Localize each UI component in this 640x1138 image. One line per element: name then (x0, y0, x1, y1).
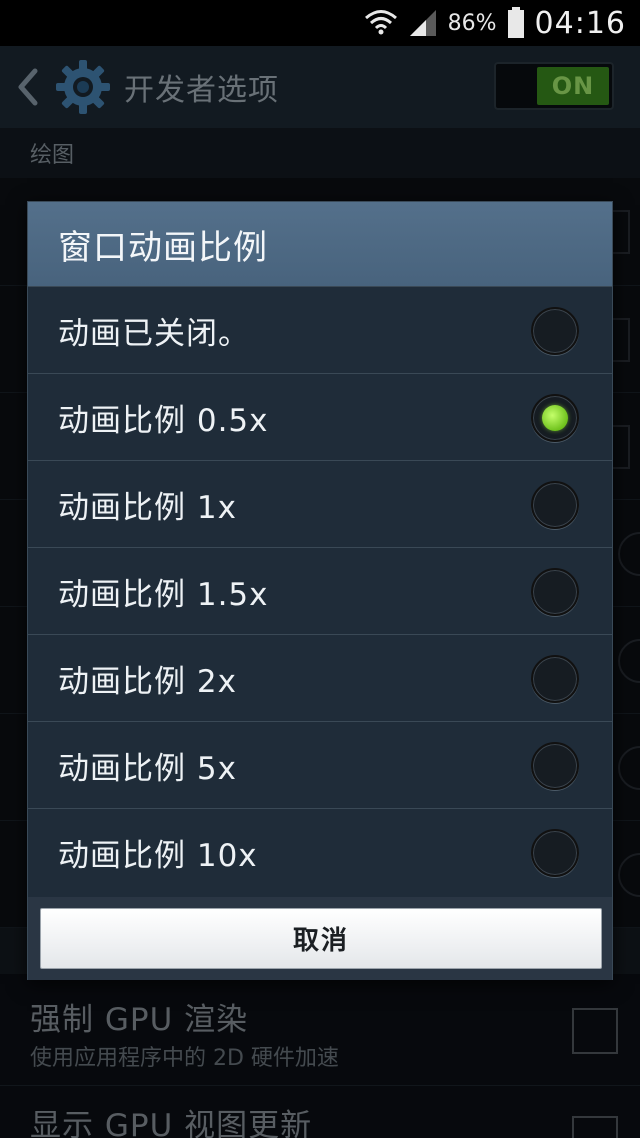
screen: 86% 04:16 开发者选项 ON 绘图 强制 GPU 渲染 使用应用程序中的… (0, 0, 640, 1138)
option-scale-0-5x[interactable]: 动画比例 0.5x (28, 373, 612, 460)
section-header: 绘图 (0, 128, 640, 178)
back-arrow-icon (18, 68, 38, 106)
cancel-button[interactable]: 取消 (40, 908, 602, 969)
selected-dot (542, 405, 568, 431)
radio (618, 532, 640, 576)
gear-icon (54, 58, 112, 116)
option-scale-10x[interactable]: 动画比例 10x (28, 808, 612, 895)
setting-title: 强制 GPU 渲染 (30, 1002, 249, 1038)
radio-button[interactable] (531, 307, 579, 355)
setting-force-gpu-rendering[interactable]: 强制 GPU 渲染 使用应用程序中的 2D 硬件加速 (0, 974, 640, 1086)
option-label: 动画比例 0.5x (58, 402, 269, 439)
developer-options-toggle[interactable]: ON (494, 62, 614, 110)
clock: 04:16 (534, 5, 626, 41)
signal-icon (408, 8, 438, 38)
setting-show-gpu-view-updates[interactable]: 显示 GPU 视图更新 (0, 1086, 640, 1138)
status-bar: 86% 04:16 (0, 0, 640, 46)
option-scale-5x[interactable]: 动画比例 5x (28, 721, 612, 808)
radio-button[interactable] (531, 829, 579, 877)
radio (618, 746, 640, 790)
radio (618, 639, 640, 683)
dialog-footer: 取消 (28, 897, 612, 980)
page-title: 开发者选项 (124, 73, 279, 108)
wifi-icon (364, 8, 398, 38)
option-animation-off[interactable]: 动画已关闭。 (28, 286, 612, 373)
option-scale-1x[interactable]: 动画比例 1x (28, 460, 612, 547)
battery-icon (507, 7, 525, 39)
option-label: 动画比例 2x (58, 663, 237, 700)
back-button[interactable] (6, 46, 50, 128)
dialog-title: 窗口动画比例 (28, 202, 612, 286)
option-label: 动画比例 5x (58, 750, 237, 787)
battery-percent: 86% (447, 10, 497, 36)
toggle-label: ON (537, 67, 609, 105)
option-label: 动画已关闭。 (58, 315, 250, 352)
action-bar: 开发者选项 ON (0, 46, 640, 128)
window-animation-scale-dialog: 窗口动画比例 动画已关闭。 动画比例 0.5x 动画比例 1x 动画比例 1.5… (27, 201, 613, 980)
radio-button[interactable] (531, 742, 579, 790)
force-gpu-checkbox[interactable] (572, 1008, 618, 1054)
gpu-view-updates-checkbox[interactable] (572, 1116, 618, 1138)
setting-subtitle: 使用应用程序中的 2D 硬件加速 (30, 1046, 339, 1071)
radio (618, 853, 640, 897)
radio-button-selected[interactable] (531, 394, 579, 442)
radio-button[interactable] (531, 655, 579, 703)
option-scale-1-5x[interactable]: 动画比例 1.5x (28, 547, 612, 634)
option-label: 动画比例 10x (58, 837, 258, 874)
setting-title: 显示 GPU 视图更新 (30, 1108, 313, 1138)
option-label: 动画比例 1x (58, 489, 237, 526)
radio-button[interactable] (531, 481, 579, 529)
radio-button[interactable] (531, 568, 579, 616)
option-scale-2x[interactable]: 动画比例 2x (28, 634, 612, 721)
option-label: 动画比例 1.5x (58, 576, 269, 613)
